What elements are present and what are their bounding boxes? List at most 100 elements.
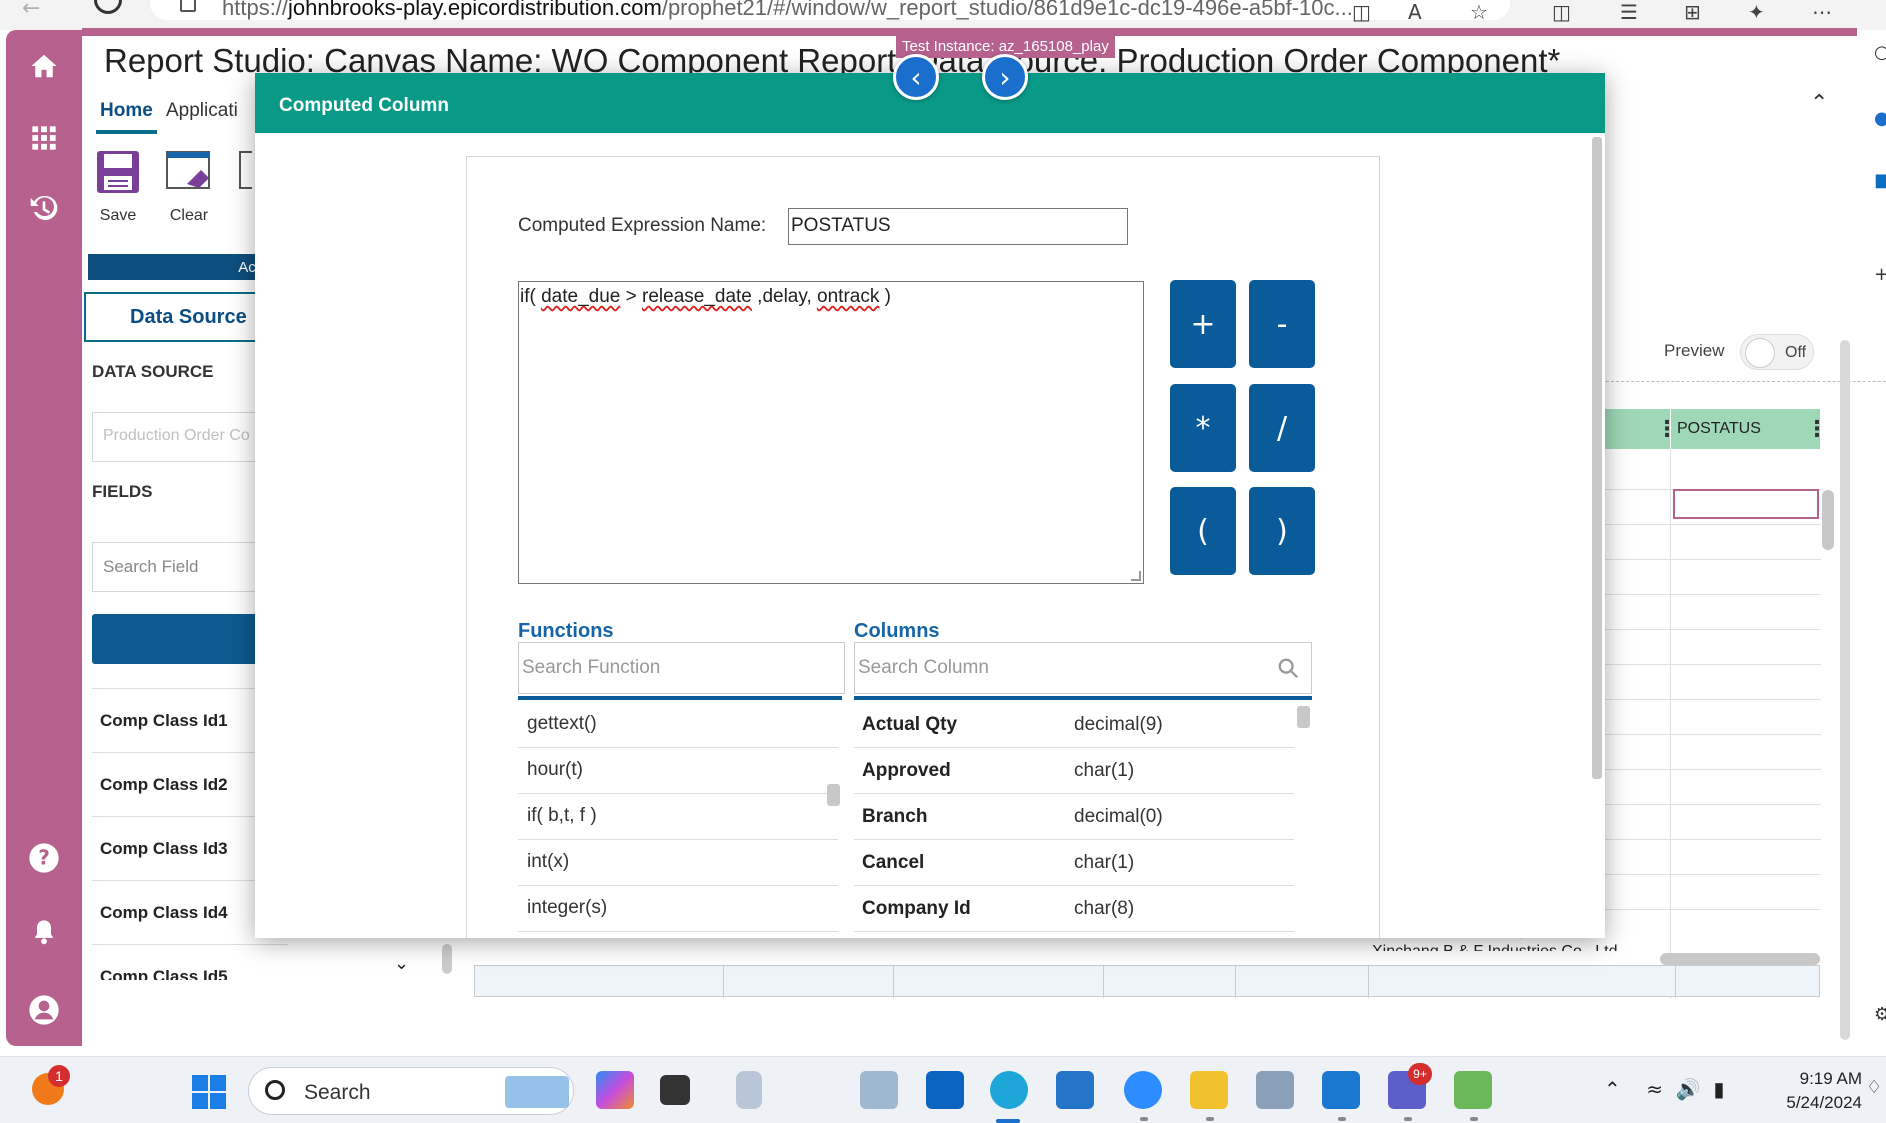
- collapse-ribbon-icon[interactable]: ⌃: [1810, 90, 1828, 116]
- copy-button[interactable]: [232, 148, 252, 207]
- column-type: char(1): [1074, 852, 1135, 873]
- selected-cell[interactable]: [1673, 489, 1819, 519]
- column-list-item[interactable]: Actual Qty decimal(9): [854, 702, 1294, 748]
- clear-label: Clear: [169, 207, 209, 224]
- database-icon[interactable]: [736, 1071, 762, 1109]
- column-name: Branch: [862, 806, 928, 827]
- function-search-input[interactable]: Search Function: [518, 642, 845, 694]
- next-arrow-icon[interactable]: ›: [982, 54, 1028, 100]
- dialog-scrollbar[interactable]: [1590, 133, 1605, 938]
- page-vertical-scrollbar[interactable]: [1840, 340, 1850, 1040]
- list-divider: [854, 696, 1312, 700]
- open-paren-button[interactable]: (: [1170, 487, 1236, 575]
- divide-button[interactable]: /: [1249, 384, 1315, 472]
- previous-arrow-icon[interactable]: ‹: [893, 54, 939, 100]
- function-list-item[interactable]: integer(s): [518, 886, 838, 932]
- notepad-icon[interactable]: [1322, 1071, 1360, 1109]
- data-source-heading: DATA SOURCE: [92, 362, 214, 381]
- clear-button[interactable]: Clear: [159, 148, 219, 225]
- favorites-icon[interactable]: ☰: [1620, 0, 1638, 24]
- store-icon[interactable]: [1056, 1071, 1094, 1109]
- tab-applications[interactable]: Applicati: [162, 92, 242, 130]
- refresh-icon[interactable]: [94, 0, 122, 14]
- back-icon[interactable]: ←: [22, 0, 40, 21]
- plus-button[interactable]: +: [1170, 280, 1236, 368]
- volume-icon[interactable]: 🔊: [1676, 1077, 1701, 1101]
- zoom-icon[interactable]: [1124, 1071, 1162, 1109]
- wifi-icon[interactable]: ≈: [1646, 1077, 1663, 1101]
- multiply-button[interactable]: *: [1170, 384, 1236, 472]
- start-windows-icon[interactable]: [192, 1075, 226, 1109]
- split-screen-icon[interactable]: ◫: [1552, 0, 1571, 24]
- save-button[interactable]: Save: [88, 148, 148, 225]
- chevron-down-icon[interactable]: ⌄: [394, 953, 409, 974]
- column-name: Actual Qty: [862, 714, 958, 735]
- file-explorer-icon[interactable]: [1190, 1071, 1228, 1109]
- outlook-icon[interactable]: ■: [1874, 170, 1886, 191]
- apps-grid-icon[interactable]: [26, 120, 62, 156]
- terminal-icon[interactable]: [660, 1075, 690, 1105]
- notification-bell-icon[interactable]: ♢: [1866, 1077, 1882, 1098]
- read-aloud-icon[interactable]: A: [1408, 0, 1422, 24]
- column-menu-icon[interactable]: ⋮: [1806, 417, 1828, 442]
- column-list-item[interactable]: Cancel char(1): [854, 840, 1294, 886]
- add-icon[interactable]: +: [1874, 264, 1886, 285]
- split-view-icon[interactable]: ◫: [1352, 0, 1371, 24]
- address-bar[interactable]: https://johnbrooks-play.epicordistributi…: [150, 0, 1510, 20]
- notifications-bell-icon[interactable]: [26, 914, 62, 950]
- chart-app-icon[interactable]: [1454, 1071, 1492, 1109]
- expression-panel: Computed Expression Name: POSTATUS if( d…: [466, 156, 1380, 938]
- taskbar-search-box[interactable]: Search: [248, 1067, 574, 1115]
- copy-icon: [239, 151, 252, 189]
- column-list-item[interactable]: Company Id char(8): [854, 886, 1294, 932]
- home-icon[interactable]: [26, 48, 62, 84]
- snipping-tool-icon[interactable]: [1256, 1071, 1294, 1109]
- help-icon[interactable]: ?: [26, 840, 62, 876]
- sidebar-scrollbar[interactable]: [442, 944, 452, 974]
- resize-handle-icon[interactable]: [1131, 571, 1141, 581]
- scrollbar-thumb[interactable]: [1592, 137, 1602, 779]
- minus-button[interactable]: -: [1249, 280, 1315, 368]
- data-source-tab[interactable]: Data Source: [84, 292, 284, 342]
- extensions-icon[interactable]: ✦: [1748, 0, 1765, 24]
- expression-editor[interactable]: if( date_due > release_date ,delay, ontr…: [518, 281, 1144, 584]
- functions-scrollbar[interactable]: [827, 784, 840, 806]
- history-icon[interactable]: [26, 190, 62, 226]
- function-list-item[interactable]: if( b,t, f ): [518, 794, 838, 840]
- copilot-pre-icon[interactable]: [596, 1071, 634, 1109]
- copilot-icon[interactable]: ●: [1874, 108, 1886, 129]
- expression-name-input[interactable]: POSTATUS: [788, 208, 1128, 245]
- search-icon[interactable]: ○: [1874, 42, 1886, 63]
- grid-horizontal-scrollbar[interactable]: [1660, 953, 1820, 965]
- search-icon[interactable]: [1277, 657, 1299, 679]
- clock[interactable]: 9:19 AM 5/24/2024: [1772, 1067, 1862, 1115]
- favorite-star-icon[interactable]: ☆: [1470, 0, 1488, 24]
- column-list-item[interactable]: Branch decimal(0): [854, 794, 1294, 840]
- outlook-app-icon[interactable]: [926, 1071, 964, 1109]
- battery-icon[interactable]: ▮: [1713, 1077, 1724, 1101]
- column-header-postatus[interactable]: POSTATUS: [1670, 409, 1820, 449]
- preview-toggle[interactable]: Off: [1740, 334, 1814, 370]
- grid-vertical-scrollbar[interactable]: [1822, 490, 1834, 550]
- tab-home[interactable]: Home: [96, 92, 157, 134]
- remote-desktop-icon[interactable]: [860, 1071, 898, 1109]
- field-list-item[interactable]: Comp Class Id5: [92, 944, 288, 980]
- function-list-item[interactable]: hour(t): [518, 748, 838, 794]
- close-paren-button[interactable]: ): [1249, 487, 1315, 575]
- column-list-item[interactable]: Approved char(1): [854, 748, 1294, 794]
- function-list-item[interactable]: int(x): [518, 840, 838, 886]
- site-info-icon[interactable]: [180, 0, 196, 12]
- gear-icon[interactable]: ⚙: [1874, 1004, 1886, 1025]
- dialog-title: Computed Column: [279, 95, 449, 116]
- collections-icon[interactable]: ⊞: [1684, 0, 1701, 24]
- expression-token: release_date: [642, 286, 752, 307]
- system-tray[interactable]: ⌃ ≈ 🔊 ▮: [1604, 1077, 1724, 1101]
- columns-scrollbar[interactable]: [1297, 706, 1310, 728]
- clock-date: 5/24/2024: [1786, 1093, 1862, 1112]
- user-account-icon[interactable]: [26, 992, 62, 1028]
- column-search-input[interactable]: Search Column: [854, 642, 1312, 694]
- more-menu-icon[interactable]: ⋯: [1812, 0, 1832, 24]
- function-list-item[interactable]: gettext(): [518, 702, 838, 748]
- chevron-up-icon[interactable]: ⌃: [1604, 1077, 1621, 1101]
- edge-browser-icon[interactable]: [990, 1071, 1028, 1109]
